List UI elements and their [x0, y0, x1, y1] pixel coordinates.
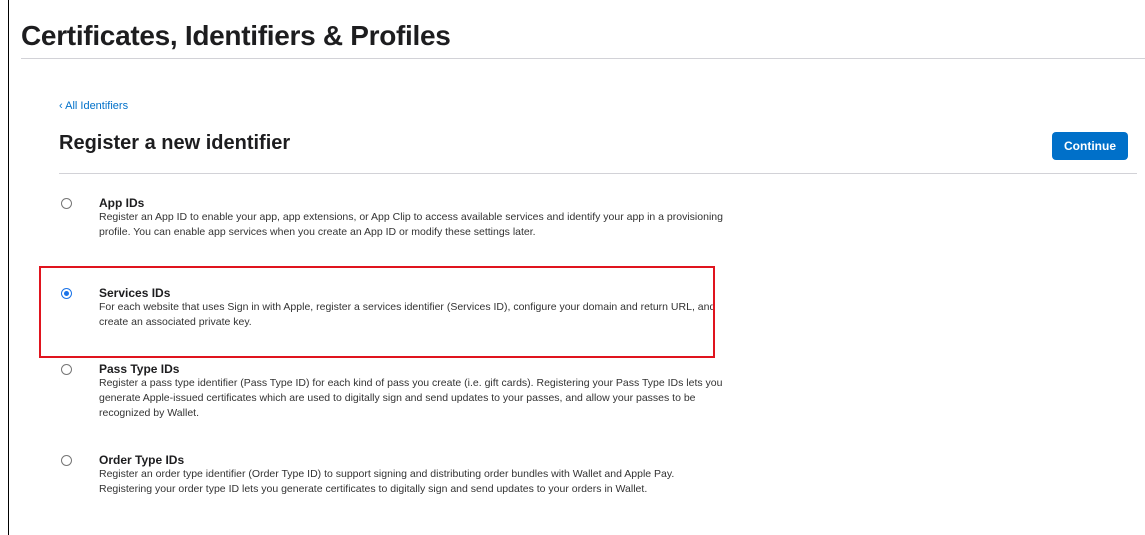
option-description: For each website that uses Sign in with … — [99, 301, 716, 328]
radio-order-type-ids[interactable] — [61, 455, 72, 466]
page-title: Certificates, Identifiers & Profiles — [21, 20, 451, 51]
section-title: Register a new identifier — [59, 132, 291, 154]
option-title: Pass Type IDs — [99, 362, 180, 376]
radio-pass-type-ids[interactable] — [61, 364, 72, 375]
option-description: Register a pass type identifier (Pass Ty… — [99, 377, 723, 419]
option-title: Order Type IDs — [99, 453, 185, 467]
radio-app-ids[interactable] — [61, 198, 72, 209]
continue-button[interactable]: Continue — [1052, 132, 1128, 160]
radio-services-ids[interactable] — [61, 288, 72, 299]
header-divider — [21, 58, 1145, 59]
page-frame: Certificates, Identifiers & Profiles ‹ A… — [8, 0, 1145, 535]
option-description: Register an order type identifier (Order… — [99, 468, 675, 495]
all-identifiers-back-link[interactable]: ‹ All Identifiers — [59, 100, 128, 112]
option-title: App IDs — [99, 196, 145, 210]
section-divider — [59, 173, 1137, 174]
option-description: Register an App ID to enable your app, a… — [99, 211, 723, 238]
option-title: Services IDs — [99, 286, 171, 300]
